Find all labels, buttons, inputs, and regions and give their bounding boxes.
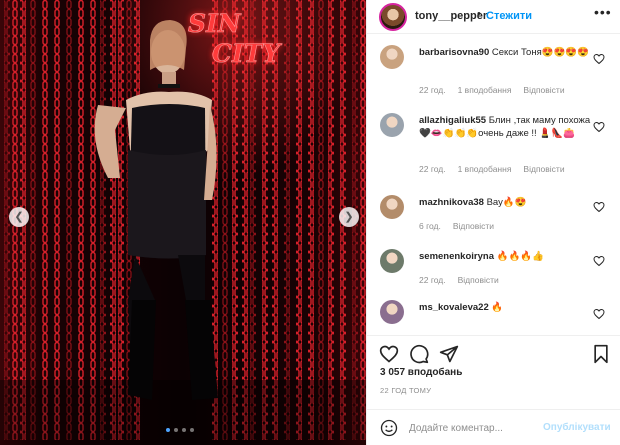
comment-username[interactable]: semenenkoiryna (419, 251, 494, 262)
comment-likes[interactable]: 1 вподобання (458, 85, 512, 95)
follow-button[interactable]: Стежити (486, 10, 532, 22)
post-photo[interactable]: SIN CITY ❮ ❯ (0, 0, 366, 445)
action-bar: 3 057 вподобань 22 ГОД ТОМУ Опублікувати (367, 335, 620, 445)
share-icon[interactable] (439, 344, 459, 364)
comment-text: barbarisovna90 Секси Тоня😍😍😍😍 (419, 46, 591, 59)
likes-count[interactable]: 3 057 вподобань (380, 367, 462, 378)
comment-text: semenenkoiryna 🔥🔥🔥👍 (419, 250, 591, 263)
comment-text: mazhnikova38 Вау🔥😍 (419, 196, 591, 209)
comment-username[interactable]: allazhigaliuk55 (419, 115, 486, 126)
comment-reply[interactable]: Відповісти (458, 275, 499, 285)
comment-username[interactable]: mazhnikova38 (419, 197, 484, 208)
next-slide-button[interactable]: ❯ (339, 207, 359, 227)
heart-icon[interactable] (593, 121, 605, 133)
avatar[interactable] (380, 45, 404, 69)
avatar[interactable] (380, 300, 404, 324)
slide-indicator (166, 428, 194, 432)
chevron-left-icon: ❮ (14, 211, 24, 223)
bookmark-icon[interactable] (591, 344, 611, 364)
publish-button[interactable]: Опублікувати (543, 422, 611, 433)
neon-sign: SIN CITY (188, 9, 283, 69)
slide-dot (174, 428, 178, 432)
comment-reply[interactable]: Відповісти (523, 164, 564, 174)
comment-time: 22 год. (419, 164, 446, 174)
post-side-panel: tony__pepper • Стежити ••• barbarisovna9… (366, 0, 620, 445)
more-horizontal-icon[interactable]: ••• (594, 4, 612, 20)
avatar[interactable] (380, 113, 404, 137)
comment-time: 6 год. (419, 221, 441, 231)
comment-input[interactable] (409, 419, 559, 437)
comment-body: 🔥🔥🔥👍 (496, 251, 544, 262)
comment-username[interactable]: ms_kovaleva22 (419, 302, 489, 313)
comment-likes[interactable]: 1 вподобання (458, 164, 512, 174)
heart-icon[interactable] (593, 255, 605, 267)
chevron-right-icon: ❯ (344, 211, 354, 223)
comment-meta: 22 год. 1 вподобання Відповісти (419, 85, 577, 95)
heart-icon[interactable] (593, 308, 605, 320)
smiley-icon[interactable] (380, 419, 398, 437)
post-timestamp[interactable]: 22 ГОД ТОМУ (380, 386, 431, 395)
comment-time: 22 год. (419, 85, 446, 95)
slide-dot (190, 428, 194, 432)
post-header: tony__pepper • Стежити ••• (367, 0, 620, 34)
slide-dot (182, 428, 186, 432)
svg-text:SIN: SIN (188, 9, 242, 38)
slide-dot (166, 428, 170, 432)
avatar[interactable] (380, 249, 404, 273)
comment-text: allazhigaliuk55 Блин ,так маму похожа🖤👄👏… (419, 114, 591, 140)
heart-icon[interactable] (379, 344, 399, 364)
comment-text: ms_kovaleva22 🔥 (419, 301, 591, 314)
comment-reply[interactable]: Відповісти (523, 85, 564, 95)
comment-meta: 6 год. Відповісти (419, 221, 506, 231)
svg-text:CITY: CITY (212, 39, 282, 68)
comment-icon[interactable] (409, 344, 429, 364)
separator-dot: • (477, 8, 481, 20)
comment-username[interactable]: barbarisovna90 (419, 47, 489, 58)
comment-body: Вау🔥😍 (486, 197, 527, 208)
comment-body: 🔥 (491, 302, 504, 313)
comment-meta: 22 год. 1 вподобання Відповісти (419, 164, 577, 174)
comment-time: 22 год. (419, 275, 446, 285)
comment-reply[interactable]: Відповісти (453, 221, 494, 231)
comment-body: Секси Тоня😍😍😍😍 (491, 47, 590, 58)
previous-slide-button[interactable]: ❮ (9, 207, 29, 227)
comment-meta: 22 год. Відповісти (419, 275, 511, 285)
avatar[interactable] (379, 3, 407, 31)
add-comment-bar: Опублікувати (367, 409, 620, 445)
avatar[interactable] (380, 195, 404, 219)
heart-icon[interactable] (593, 53, 605, 65)
heart-icon[interactable] (593, 201, 605, 213)
